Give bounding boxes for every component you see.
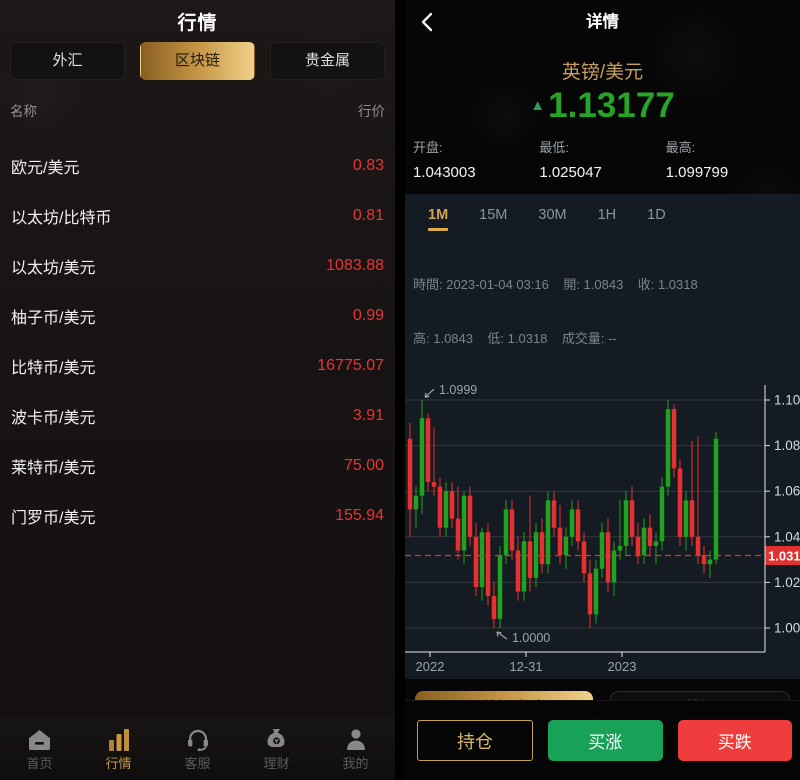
svg-text:1.08: 1.08 [774,438,800,453]
svg-text:1.04: 1.04 [774,529,800,544]
pair-row[interactable]: 以太坊/比特币 0.81 [0,191,395,241]
stat-value: 1.043003 [413,164,539,181]
pair-price: 16775.07 [317,357,384,375]
stat-label: 最高: [666,137,792,156]
current-price: ▲1.13177 [405,88,800,124]
headset-icon [185,727,211,751]
trading-app: 行情 外汇区块链贵金属 名称 行价 欧元/美元0.83以太坊/比特币0.81以太… [0,0,800,780]
timeframe-tab-1D[interactable]: 1D [647,207,666,231]
symbol-name: 英镑/美元 [405,57,800,84]
svg-text:1.0999: 1.0999 [439,385,477,397]
nav-item-label: 我的 [342,753,368,772]
ohlc-stats: 开盘: 1.043003最低: 1.025047最高: 1.099799 [405,137,800,181]
market-bars-icon [106,727,132,751]
svg-text:1.0000: 1.0000 [512,631,550,645]
svg-text:1.02: 1.02 [774,575,800,590]
svg-text:1.10: 1.10 [774,393,800,408]
up-arrow-icon: ▲ [530,97,545,114]
candlestick-chart[interactable]: 1.10 1.08 1.06 1.04 1.02 1.00 1.0318 1.0999 1.00… [405,385,800,677]
column-price: 行价 [358,100,385,120]
market-category-tabs: 外汇区块链贵金属 [0,42,395,80]
pair-row[interactable]: 欧元/美元 0.83 [0,141,395,191]
moneybag-icon [264,727,290,751]
timeframe-tab-1M[interactable]: 1M [428,207,448,231]
market-tab-外汇[interactable]: 外汇 [10,42,125,80]
buy-up-button[interactable]: 买涨 [548,720,663,761]
nav-item-我的[interactable]: 我的 [316,719,395,780]
profile-icon [343,727,369,751]
timeframe-tab-15M[interactable]: 15M [479,207,507,231]
chart-info-line1: 時間: 2023-01-04 03:16 開: 1.0843 收: 1.0318 [413,276,800,294]
bottom-nav: 首页 行情 客服 理财 我的 [0,718,395,780]
pair-name: 门罗币/美元 [11,504,95,528]
nav-item-label: 首页 [26,753,52,772]
market-tab-区块链[interactable]: 区块链 [140,42,255,80]
trade-action-bar: 持仓 买涨 买跌 [405,700,800,780]
pair-row[interactable]: 以太坊/美元 1083.88 [0,241,395,291]
svg-text:1.0318: 1.0318 [768,548,800,563]
market-page-title: 行情 [0,0,395,40]
stat-开盘: 开盘: 1.043003 [413,137,539,181]
nav-item-客服[interactable]: 客服 [158,719,237,780]
detail-page-title: 详情 [405,0,800,44]
stat-最高: 最高: 1.099799 [666,137,792,181]
svg-text:12-31: 12-31 [509,659,542,674]
svg-text:2023: 2023 [608,659,637,674]
home-icon [27,727,53,751]
pair-name: 柚子币/美元 [11,304,95,328]
pair-name: 莱特币/美元 [11,454,95,478]
pair-row[interactable]: 比特币/美元 16775.07 [0,341,395,391]
pair-name: 波卡币/美元 [11,404,95,428]
pair-name: 以太坊/比特币 [11,204,111,228]
nav-item-理财[interactable]: 理财 [237,719,316,780]
hold-position-button[interactable]: 持仓 [417,720,533,761]
chart-info: 時間: 2023-01-04 03:16 開: 1.0843 收: 1.0318… [413,240,800,384]
nav-item-首页[interactable]: 首页 [0,719,79,780]
detail-header: 详情 [405,0,800,42]
svg-text:1.06: 1.06 [774,484,800,499]
pair-price: 3.91 [353,407,384,425]
back-button[interactable] [415,9,441,35]
chart-card: 1M 15M 30M 1H 1D 時間: 2023-01-04 03:16 開: 1.0… [405,194,800,679]
nav-item-label: 理财 [263,753,289,772]
pair-name: 欧元/美元 [11,154,79,178]
pair-row[interactable]: 门罗币/美元 155.94 [0,491,395,541]
svg-text:1.00: 1.00 [774,621,800,636]
nav-item-行情[interactable]: 行情 [79,719,158,780]
market-tab-贵金属[interactable]: 贵金属 [270,42,385,80]
stat-value: 1.025047 [539,164,665,181]
buy-down-button[interactable]: 买跌 [678,720,793,761]
stat-label: 最低: [539,137,665,156]
pair-price: 1083.88 [326,257,384,275]
list-column-headers: 名称 行价 [0,100,395,120]
timeframe-tab-30M[interactable]: 30M [538,207,566,231]
column-name: 名称 [10,100,37,120]
stat-最低: 最低: 1.025047 [539,137,665,181]
pair-price: 0.83 [353,157,384,175]
pair-name: 比特币/美元 [11,354,95,378]
detail-panel: 详情 英镑/美元 ▲1.13177 开盘: 1.043003最低: 1.025047… [405,0,800,780]
pair-row[interactable]: 莱特币/美元 75.00 [0,441,395,491]
pair-row[interactable]: 波卡币/美元 3.91 [0,391,395,441]
pair-price: 0.81 [353,207,384,225]
pair-list: 欧元/美元 0.83 以太坊/比特币 0.81 以太坊/美元 1083.88 柚子币/美元 0… [0,141,395,541]
back-chevron-icon [417,10,439,34]
price-value: 1.13177 [548,86,675,125]
timeframe-tab-1H[interactable]: 1H [598,207,617,231]
nav-item-label: 客服 [184,753,210,772]
svg-text:2022: 2022 [416,659,445,674]
stat-value: 1.099799 [666,164,792,181]
timeframe-tabs: 1M 15M 30M 1H 1D [405,194,800,231]
pair-name: 以太坊/美元 [11,254,95,278]
chart-info-line2: 高: 1.0843 低: 1.0318 成交量: -- [413,330,800,348]
pair-price: 0.99 [353,307,384,325]
pair-price: 75.00 [344,457,384,475]
stat-label: 开盘: [413,137,539,156]
nav-item-label: 行情 [105,753,131,772]
market-panel: 行情 外汇区块链贵金属 名称 行价 欧元/美元0.83以太坊/比特币0.81以太… [0,0,395,780]
pair-price: 155.94 [335,507,384,525]
pair-row[interactable]: 柚子币/美元 0.99 [0,291,395,341]
